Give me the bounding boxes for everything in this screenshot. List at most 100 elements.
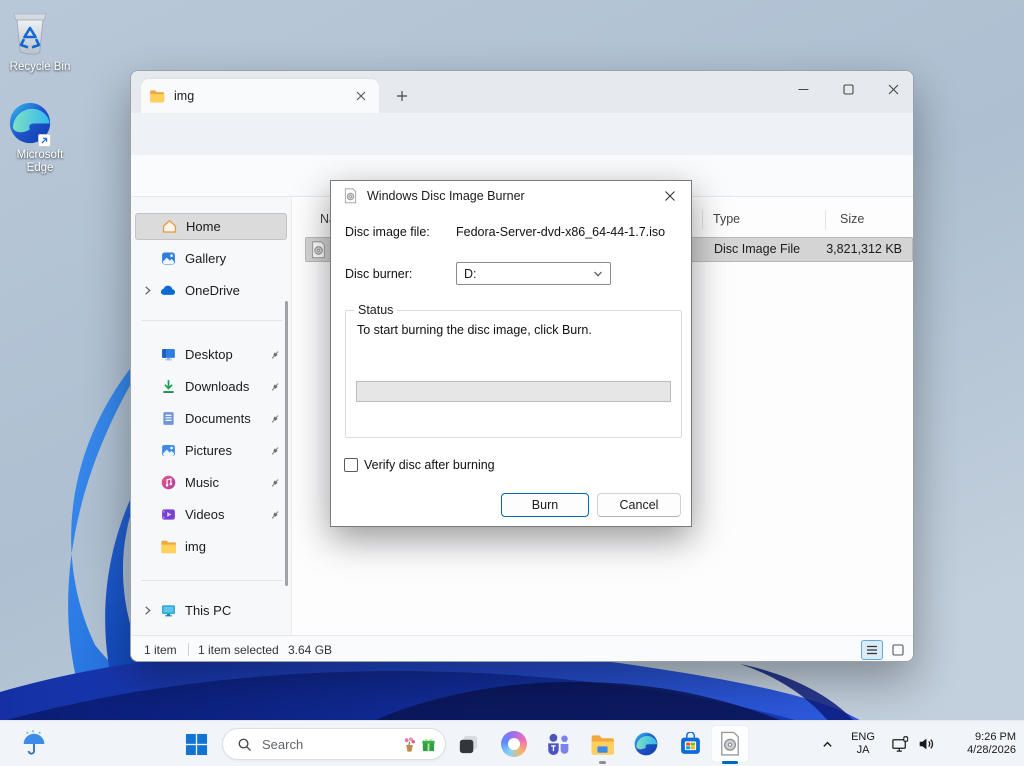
- pictures-icon: [159, 442, 177, 459]
- edge-icon: [7, 100, 73, 147]
- volume-icon[interactable]: [914, 728, 938, 760]
- pin-icon: [269, 509, 281, 521]
- chevron-right-icon[interactable]: [135, 605, 159, 616]
- dialog-title: Windows Disc Image Burner: [367, 189, 525, 203]
- sidebar-item-label: img: [185, 539, 206, 554]
- language-indicator[interactable]: ENG JA: [846, 731, 880, 757]
- disc-burner-dropdown[interactable]: D:: [456, 262, 611, 285]
- desktop-icon-recycle-bin[interactable]: Recycle Bin: [7, 8, 73, 74]
- window-close-button[interactable]: [873, 73, 913, 105]
- verify-checkbox[interactable]: [344, 458, 358, 472]
- sidebar-item-label: Home: [186, 219, 221, 234]
- sidebar-item-pictures[interactable]: Pictures: [135, 437, 287, 464]
- language-line1: ENG: [851, 731, 875, 743]
- videos-icon: [159, 506, 177, 523]
- thumbnail-view-toggle[interactable]: [887, 640, 909, 660]
- selection-count: 1 item selected: [198, 643, 279, 657]
- taskbar: ENG JA 9:26 PM 4/28/2026: [0, 720, 1024, 766]
- this-pc-icon: [159, 602, 177, 619]
- disc-burner-label: Disc burner:: [345, 267, 413, 281]
- chevron-down-icon: [593, 269, 603, 279]
- sidebar-item-onedrive[interactable]: OneDrive: [135, 277, 287, 304]
- network-icon[interactable]: [888, 728, 912, 760]
- sidebar-item-label: Gallery: [185, 251, 227, 266]
- disc-burner-app-button[interactable]: [711, 725, 749, 763]
- sidebar-item-label: OneDrive: [185, 283, 240, 298]
- burn-progress-bar: [356, 381, 671, 402]
- details-view-toggle[interactable]: [861, 640, 883, 660]
- dialog-titlebar[interactable]: Windows Disc Image Burner: [331, 181, 691, 211]
- new-tab-button[interactable]: [391, 85, 413, 107]
- status-legend: Status: [354, 303, 398, 317]
- sidebar-item-documents[interactable]: Documents: [135, 405, 287, 432]
- sidebar-item-videos[interactable]: Videos: [135, 501, 287, 528]
- start-button[interactable]: [180, 728, 212, 760]
- disc-image-icon: [343, 188, 358, 204]
- tray-time: 9:26 PM: [975, 731, 1016, 743]
- pin-icon: [269, 413, 281, 425]
- tab-strip: img: [131, 71, 913, 113]
- sidebar-item-music[interactable]: Music: [135, 469, 287, 496]
- verify-checkbox-label: Verify disc after burning: [364, 458, 495, 472]
- pin-icon: [269, 381, 281, 393]
- address-bar-row: Start backup › Documents › img: [131, 113, 913, 191]
- task-view-button[interactable]: [452, 728, 484, 760]
- pin-icon: [269, 349, 281, 361]
- explorer-tab-img[interactable]: img: [141, 79, 379, 113]
- sidebar-divider: [141, 320, 283, 321]
- teams-button[interactable]: [542, 728, 574, 760]
- language-line2: JA: [856, 744, 870, 756]
- desktop-icon: [159, 346, 177, 363]
- sidebar-item-label: Music: [185, 475, 219, 490]
- tab-title: img: [174, 89, 195, 103]
- cancel-button[interactable]: Cancel: [597, 493, 681, 517]
- sidebar-item-gallery[interactable]: Gallery: [135, 245, 287, 272]
- sidebar-item-img[interactable]: img: [135, 533, 287, 560]
- column-header-size[interactable]: Size: [840, 212, 864, 226]
- edge-taskbar-button[interactable]: [630, 728, 662, 760]
- sidebar-scrollbar[interactable]: [285, 301, 288, 586]
- folder-icon: [159, 539, 177, 554]
- shortcut-arrow-icon: [38, 134, 51, 147]
- copilot-button[interactable]: [498, 728, 530, 760]
- sidebar-item-downloads[interactable]: Downloads: [135, 373, 287, 400]
- disc-image-file-icon: [310, 241, 327, 259]
- bouquet-icon: [401, 736, 418, 753]
- sidebar-item-this-pc[interactable]: This PC: [135, 597, 287, 624]
- documents-icon: [159, 410, 177, 427]
- sidebar-item-label: Documents: [185, 411, 251, 426]
- clock[interactable]: 9:26 PM 4/28/2026: [944, 731, 1016, 757]
- sidebar-item-label: This PC: [185, 603, 232, 618]
- taskbar-search[interactable]: [222, 728, 446, 760]
- desktop-icon-edge[interactable]: Microsoft Edge: [7, 100, 73, 175]
- tray-date: 4/28/2026: [967, 744, 1016, 756]
- weather-widget[interactable]: [14, 728, 54, 760]
- column-header-type[interactable]: Type: [713, 212, 740, 226]
- home-icon: [160, 218, 178, 235]
- sidebar-item-label: Videos: [185, 507, 225, 522]
- sidebar-item-home[interactable]: Home: [135, 213, 287, 240]
- sidebar-divider: [141, 580, 283, 581]
- pin-icon: [269, 445, 281, 457]
- file-size: 3,821,312 KB: [826, 242, 902, 256]
- sidebar-item-label: Downloads: [185, 379, 250, 394]
- chevron-right-icon[interactable]: [135, 285, 159, 296]
- explorer-running-indicator: [599, 761, 606, 764]
- item-count: 1 item: [144, 643, 177, 657]
- disc-image-file-value: Fedora-Server-dvd-x86_64-44-1.7.iso: [456, 225, 666, 239]
- minimize-button[interactable]: [783, 73, 823, 105]
- gallery-icon: [159, 250, 177, 267]
- burn-button[interactable]: Burn: [501, 493, 589, 517]
- search-icon: [237, 737, 252, 752]
- tab-close-icon[interactable]: [351, 86, 371, 106]
- tray-chevron-up-icon[interactable]: [814, 731, 840, 757]
- file-explorer-button[interactable]: [586, 728, 618, 760]
- disc-image-file-label: Disc image file:: [345, 225, 430, 239]
- taskbar-search-input[interactable]: [262, 736, 401, 752]
- dialog-close-button[interactable]: [657, 185, 683, 207]
- folder-icon: [149, 88, 165, 104]
- store-button[interactable]: [674, 728, 706, 760]
- maximize-button[interactable]: [828, 73, 868, 105]
- sidebar-item-desktop[interactable]: Desktop: [135, 341, 287, 368]
- desktop-icon-label: Recycle Bin: [9, 61, 71, 73]
